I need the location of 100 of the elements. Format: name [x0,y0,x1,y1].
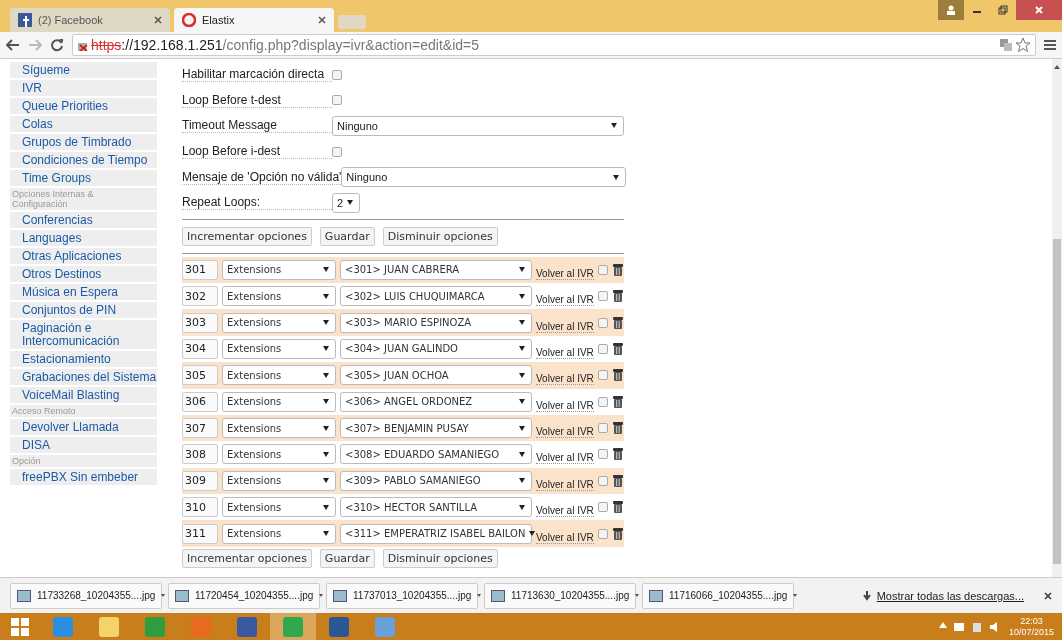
dropdown[interactable]: <308> EDUARDO SAMANIEGO [340,444,532,465]
menu-icon[interactable] [1044,39,1056,51]
sidebar-link[interactable]: Otras Aplicaciones [10,248,157,264]
close-icon[interactable] [154,16,162,24]
form-button[interactable]: Guardar [319,548,375,568]
dropdown[interactable]: Extensions [222,444,336,465]
sidebar-link[interactable]: Grupos de Timbrado [10,134,157,150]
sidebar-link[interactable]: Devolver Llamada [10,419,157,435]
digit-input[interactable]: 308 [182,444,218,465]
form-button[interactable]: Disminuir opciones [382,548,498,568]
checkbox[interactable] [597,475,608,486]
dropdown[interactable]: Extensions [222,470,336,491]
dropdown[interactable]: <310> HECTOR SANTILLA [340,497,532,518]
trash-can-icon[interactable] [611,447,624,462]
checkbox[interactable] [597,423,608,434]
reload-icon[interactable] [50,38,64,52]
trash-can-icon[interactable] [611,421,624,436]
sidebar-link[interactable]: Estacionamiento [10,351,157,367]
dropdown[interactable]: <303> MARIO ESPINOZA [340,312,532,333]
sidebar-link[interactable]: Música en Espera [10,284,157,300]
digit-input[interactable]: 302 [182,286,218,307]
dropdown-arrow-icon[interactable] [793,594,798,597]
dropdown[interactable]: Ninguno [332,116,624,136]
close-icon[interactable] [318,16,326,24]
browser-tab[interactable]: Elastix [174,8,334,32]
sidebar-link[interactable]: Colas [10,116,157,132]
browser-tab[interactable]: (2) Facebook [10,8,170,32]
dropdown[interactable]: Extensions [222,338,336,359]
checkbox[interactable] [597,343,608,354]
digit-input[interactable]: 310 [182,497,218,518]
dropdown[interactable]: Extensions [222,391,336,412]
digit-input[interactable]: 304 [182,338,218,359]
dropdown[interactable]: <302> LUIS CHUQUIMARCA [340,286,532,307]
checkbox[interactable] [597,291,608,302]
sidebar-link[interactable]: Conferencias [10,212,157,228]
digit-input[interactable]: 301 [182,259,218,280]
download-item[interactable]: 11737013_10204355....jpg [326,582,478,609]
checkbox[interactable] [597,370,608,381]
sidebar-link[interactable]: Time Groups [10,170,157,186]
checkbox[interactable] [597,396,608,407]
checkbox[interactable] [597,317,608,328]
dropdown[interactable]: Extensions [222,418,336,439]
checkbox[interactable] [597,264,608,275]
scrollbar[interactable] [1052,59,1062,577]
sidebar-link[interactable]: IVR [10,80,157,96]
dropdown[interactable]: <306> ANGEL ORDONEZ [340,391,532,412]
dropdown[interactable]: <307> BENJAMIN PUSAY [340,418,532,439]
form-button[interactable]: Incrementar opciones [182,548,312,568]
digit-input[interactable]: 311 [182,523,218,544]
trash-can-icon[interactable] [611,473,624,488]
sidebar-link[interactable]: VoiceMail Blasting [10,387,157,403]
dropdown[interactable]: <309> PABLO SAMANIEGO [340,470,532,491]
trash-can-icon[interactable] [611,341,624,356]
trash-can-icon[interactable] [611,262,624,277]
download-item[interactable]: 11720454_10204355....jpg [168,582,320,609]
dropdown[interactable]: Extensions [222,286,336,307]
dropdown-arrow-icon[interactable] [161,594,166,597]
dropdown[interactable]: <304> JUAN GALINDO [340,338,532,359]
digit-input[interactable]: 309 [182,470,218,491]
download-item[interactable]: 11716066_10204355....jpg [642,582,794,609]
form-button[interactable]: Disminuir opciones [382,226,498,246]
show-all-downloads-link[interactable]: Mostrar todas las descargas... [876,589,1024,602]
dropdown-arrow-icon[interactable] [319,594,324,597]
digit-input[interactable]: 307 [182,418,218,439]
trash-can-icon[interactable] [611,289,624,304]
dropdown[interactable]: <311> EMPERATRIZ ISABEL BAILON [340,523,532,544]
dropdown[interactable]: Extensions [222,259,336,280]
dropdown[interactable]: Extensions [222,497,336,518]
close-icon[interactable] [1044,591,1052,600]
checkbox[interactable] [597,528,608,539]
sidebar-link[interactable]: DISA [10,437,157,453]
digit-input[interactable]: 303 [182,312,218,333]
dropdown[interactable]: <301> JUAN CABRERA [340,259,532,280]
checkbox[interactable] [332,95,342,106]
dropdown[interactable]: 2 [332,192,360,213]
sidebar-link[interactable]: Sígueme [10,62,157,78]
user-icon[interactable] [938,0,964,20]
star-icon[interactable] [1015,37,1031,53]
form-button[interactable]: Incrementar opciones [182,226,312,246]
checkbox[interactable] [332,146,342,157]
windows-logo-icon[interactable] [11,617,29,636]
trash-can-icon[interactable] [611,368,624,383]
form-button[interactable]: Guardar [319,226,375,246]
back-icon[interactable] [6,39,20,51]
trash-can-icon[interactable] [611,315,624,330]
dropdown-arrow-icon[interactable] [635,594,640,597]
sidebar-link[interactable]: Queue Priorities [10,98,157,114]
sidebar-link[interactable]: Conjuntos de PIN [10,302,157,318]
checkbox[interactable] [597,449,608,460]
digit-input[interactable]: 305 [182,365,218,386]
digit-input[interactable]: 306 [182,391,218,412]
download-item[interactable]: 11733268_10204355....jpg [10,582,162,609]
sidebar-link[interactable]: Paginación e Intercomunicación [10,320,157,349]
checkbox[interactable] [597,502,608,513]
checkbox[interactable] [332,69,342,80]
forward-icon[interactable] [28,39,42,51]
sidebar-link[interactable]: Condiciones de Tiempo [10,152,157,168]
dropdown-arrow-icon[interactable] [477,594,482,597]
dropdown[interactable]: Extensions [222,523,336,544]
trash-can-icon[interactable] [611,500,624,515]
